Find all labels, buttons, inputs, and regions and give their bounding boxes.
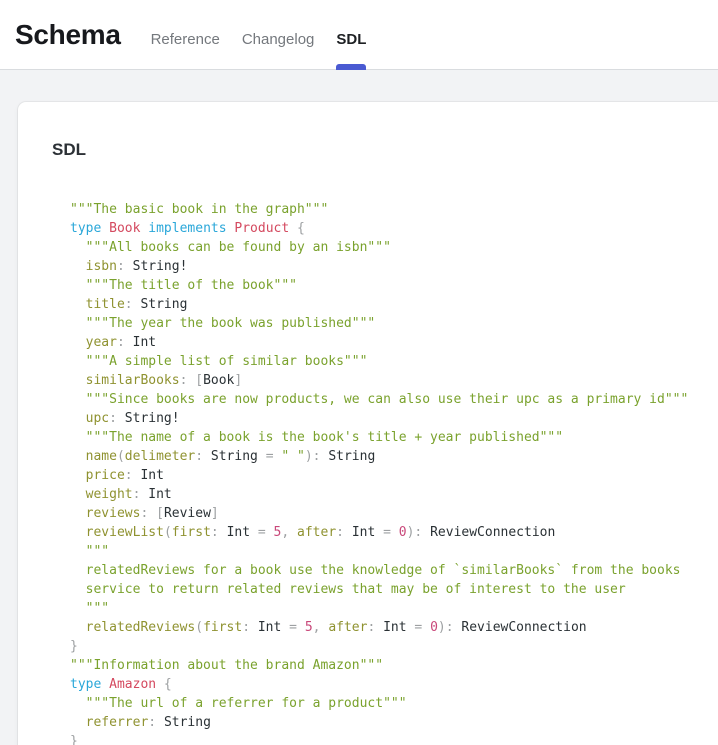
code-line: year: Int bbox=[70, 333, 698, 352]
code-line: """The basic book in the graph""" bbox=[70, 200, 698, 219]
code-line: reviews: [Review] bbox=[70, 504, 698, 523]
code-line: name(delimeter: String = " "): String bbox=[70, 447, 698, 466]
page-header: Schema Reference Changelog SDL bbox=[0, 0, 718, 70]
code-line: } bbox=[70, 732, 698, 745]
code-line: """ bbox=[70, 599, 698, 618]
tab-sdl[interactable]: SDL bbox=[336, 0, 366, 69]
code-line: reviewList(first: Int = 5, after: Int = … bbox=[70, 523, 698, 542]
content-area: SDL """The basic book in the graph"""typ… bbox=[0, 70, 718, 745]
code-line: referrer: String bbox=[70, 713, 698, 732]
sdl-card: SDL """The basic book in the graph"""typ… bbox=[18, 102, 718, 745]
code-line: isbn: String! bbox=[70, 257, 698, 276]
code-line: type Amazon { bbox=[70, 675, 698, 694]
tab-changelog[interactable]: Changelog bbox=[242, 0, 315, 69]
tab-label: Reference bbox=[151, 31, 220, 48]
code-line: """The year the book was published""" bbox=[70, 314, 698, 333]
code-line: price: Int bbox=[70, 466, 698, 485]
code-line: upc: String! bbox=[70, 409, 698, 428]
code-line: """The name of a book is the book's titl… bbox=[70, 428, 698, 447]
code-line: title: String bbox=[70, 295, 698, 314]
tab-reference[interactable]: Reference bbox=[151, 0, 220, 69]
code-line: """Information about the brand Amazon""" bbox=[70, 656, 698, 675]
code-line: """All books can be found by an isbn""" bbox=[70, 238, 698, 257]
code-line: """Since books are now products, we can … bbox=[70, 390, 698, 409]
code-line: type Book implements Product { bbox=[70, 219, 698, 238]
tab-label: SDL bbox=[336, 31, 366, 48]
code-line: relatedReviews(first: Int = 5, after: In… bbox=[70, 618, 698, 637]
code-line: similarBooks: [Book] bbox=[70, 371, 698, 390]
sdl-card-heading: SDL bbox=[52, 140, 698, 160]
code-line: } bbox=[70, 637, 698, 656]
sdl-code: """The basic book in the graph"""type Bo… bbox=[70, 200, 698, 745]
code-line: relatedReviews for a book use the knowle… bbox=[70, 561, 698, 580]
page-title: Schema bbox=[15, 19, 121, 51]
tab-label: Changelog bbox=[242, 31, 315, 48]
active-tab-underline bbox=[336, 64, 366, 70]
tabs: Reference Changelog SDL bbox=[151, 0, 367, 69]
code-line: """ bbox=[70, 542, 698, 561]
code-line: """The title of the book""" bbox=[70, 276, 698, 295]
code-line: """The url of a referrer for a product""… bbox=[70, 694, 698, 713]
code-line: """A simple list of similar books""" bbox=[70, 352, 698, 371]
code-line: service to return related reviews that m… bbox=[70, 580, 698, 599]
code-line: weight: Int bbox=[70, 485, 698, 504]
